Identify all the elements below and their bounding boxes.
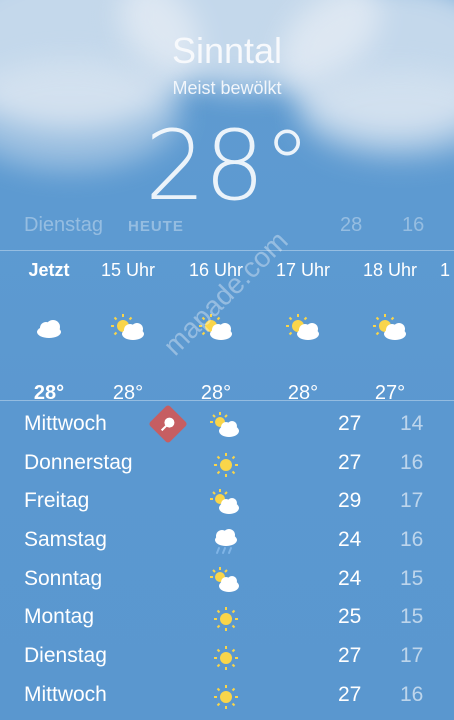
hour-item: Jetzt 28° <box>14 258 84 405</box>
day-low: 17 <box>400 644 424 668</box>
day-high: 27 <box>338 682 362 706</box>
hour-item: 17 Uhr 28° <box>268 258 338 405</box>
weather-condition: Meist bewölkt <box>172 78 282 98</box>
daily-row: Donnerstag 27 16 <box>0 447 454 486</box>
today-label: HEUTE <box>128 218 184 235</box>
day-high: 27 <box>338 450 362 474</box>
day-name: Freitag <box>24 489 90 513</box>
today-low: 16 <box>402 214 425 236</box>
hour-item: 18 Uhr 27° <box>355 258 425 405</box>
hour-temp: 27° <box>374 382 406 404</box>
sun-icon <box>208 683 244 711</box>
partly-cloudy-icon <box>208 412 244 440</box>
day-name: Mittwoch <box>24 682 107 706</box>
cloud-icon <box>14 310 84 346</box>
hour-temp: 28° <box>112 382 144 404</box>
hourly-forecast[interactable]: Jetzt 28° 15 Uhr 28° 16 Uhr 28° 17 Uhr 2… <box>0 258 454 404</box>
hour-time: 18 Uhr <box>362 260 418 280</box>
day-name: Dienstag <box>24 644 107 668</box>
partly-cloudy-icon <box>93 310 163 346</box>
day-high: 27 <box>338 412 362 435</box>
partly-cloudy-icon <box>208 566 244 595</box>
day-high: 29 <box>338 489 362 513</box>
sun-icon <box>208 644 244 672</box>
partly-cloudy-icon <box>268 310 338 346</box>
day-low: 15 <box>400 605 424 629</box>
divider-top <box>0 250 454 251</box>
partly-cloudy-icon <box>208 489 244 517</box>
hour-item: 16 Uhr 28° <box>181 258 251 405</box>
hour-item-partial: 1 <box>440 258 454 282</box>
hour-temp: 28° <box>33 382 65 404</box>
today-summary: Dienstag HEUTE 28 16 <box>0 214 454 238</box>
day-low: 15 <box>400 566 424 590</box>
day-name: Donnerstag <box>24 450 133 474</box>
hour-time: 15 Uhr <box>100 260 156 280</box>
sun-icon <box>208 605 244 633</box>
partly-cloudy-icon <box>355 310 425 346</box>
hour-time: 17 Uhr <box>275 260 331 280</box>
hour-item: 15 Uhr 28° <box>93 258 163 405</box>
day-low: 16 <box>400 682 424 706</box>
day-low: 14 <box>400 412 424 435</box>
day-name: Montag <box>24 605 95 629</box>
day-low: 16 <box>400 450 424 474</box>
day-high: 27 <box>338 644 362 668</box>
day-high: 24 <box>338 566 362 590</box>
daily-row: Mittwoch 27 16 <box>0 679 454 718</box>
day-high: 24 <box>338 528 362 552</box>
partly-cloudy-icon <box>181 310 251 346</box>
day-name: Samstag <box>24 528 107 552</box>
today-high: 28 <box>340 214 363 236</box>
daily-forecast[interactable]: Mittwoch 27 14 Donnerstag 27 16 Freitag … <box>0 408 454 718</box>
day-low: 17 <box>400 489 424 513</box>
daily-row: Dienstag 27 17 <box>0 640 454 679</box>
daily-row: Mittwoch 27 14 <box>0 408 454 447</box>
daily-row: Sonntag 24 15 <box>0 563 454 602</box>
daily-row: Freitag 29 17 <box>0 485 454 524</box>
divider-bottom <box>0 400 454 401</box>
hour-temp: 28° <box>200 382 232 404</box>
rain-icon <box>208 528 244 556</box>
daily-row: Montag 25 15 <box>0 601 454 640</box>
day-name: Mittwoch <box>24 412 107 435</box>
today-day: Dienstag <box>24 214 103 236</box>
sun-icon <box>208 451 244 479</box>
daily-row: Samstag 24 16 <box>0 524 454 563</box>
current-temperature: 28° <box>144 110 311 222</box>
day-low: 16 <box>400 528 424 552</box>
hour-temp: 28° <box>287 382 319 404</box>
hour-time: Jetzt <box>28 260 70 280</box>
location-name: Sinntal <box>171 30 283 71</box>
day-high: 25 <box>338 605 362 629</box>
hour-time: 16 Uhr <box>188 260 244 280</box>
hour-time: 1 <box>440 260 451 280</box>
day-name: Sonntag <box>24 566 103 590</box>
